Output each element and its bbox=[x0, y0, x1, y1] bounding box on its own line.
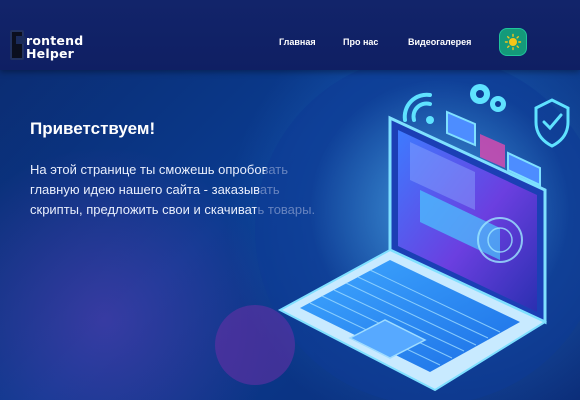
page: rontend Helper Главная Про нас Видеогале… bbox=[0, 0, 580, 400]
nav-link-video-gallery[interactable]: Видеогалерея bbox=[408, 37, 471, 47]
sun-icon bbox=[504, 33, 522, 51]
hero-title: Приветствуем! bbox=[30, 119, 156, 138]
site-header: rontend Helper Главная Про нас Видеогале… bbox=[0, 0, 580, 70]
laptop-illustration bbox=[215, 60, 580, 400]
main-nav: Главная Про нас Видеогалерея bbox=[0, 37, 580, 51]
nav-link-about[interactable]: Про нас bbox=[343, 37, 378, 47]
nav-link-home[interactable]: Главная bbox=[279, 37, 316, 47]
theme-toggle-button[interactable] bbox=[499, 28, 527, 56]
